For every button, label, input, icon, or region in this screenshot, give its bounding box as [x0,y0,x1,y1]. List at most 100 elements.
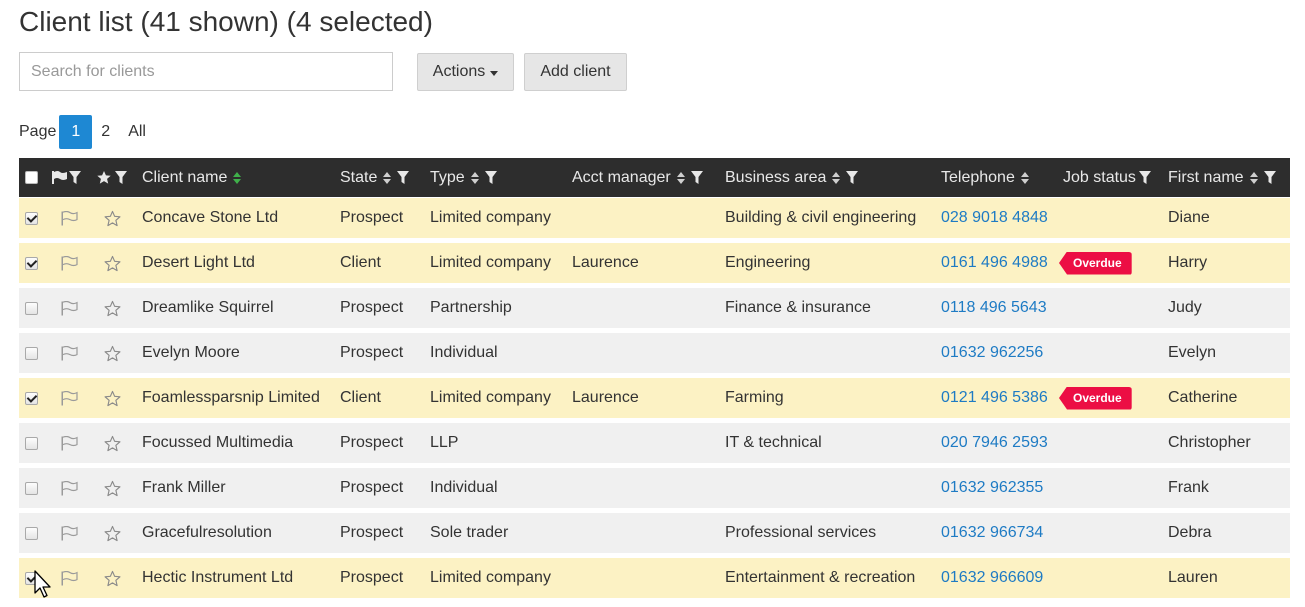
client-name-link[interactable]: Dreamlike Squirrel [142,288,274,328]
table-row[interactable]: Gracefulresolution Prospect Sole trader Pro… [19,513,1290,553]
flag-icon[interactable] [61,198,78,238]
sort-icon[interactable] [676,171,685,184]
row-checkbox[interactable] [25,301,38,315]
column-header-first-name[interactable]: First name [1168,158,1276,197]
state-cell: Client [340,254,381,271]
table-row[interactable]: Dreamlike Squirrel Prospect Partnership Fin… [19,288,1290,328]
star-icon[interactable] [104,468,121,508]
sort-icon[interactable] [233,171,242,184]
caret-down-icon [490,70,499,76]
row-checkbox[interactable] [25,571,38,585]
flag-icon[interactable] [61,468,78,508]
sort-icon[interactable] [470,171,479,184]
actions-button[interactable]: Actions [417,53,514,91]
telephone-link[interactable]: 01632 966609 [941,558,1043,598]
first-name-cell: Harry [1168,254,1208,271]
column-header-business-area[interactable]: Business area [725,158,859,197]
first-name-cell: Diane [1168,209,1210,226]
table-row[interactable]: Evelyn Moore Prospect Individual 01632 9622… [19,333,1290,373]
type-cell: Limited company [430,389,551,406]
add-client-button[interactable]: Add client [524,53,627,91]
table-row[interactable]: Frank Miller Prospect Individual 01632 9623… [19,468,1290,508]
flag-icon[interactable] [61,423,78,463]
page-link-all[interactable]: All [119,115,155,149]
filter-icon[interactable] [690,171,703,184]
search-input[interactable] [19,52,393,91]
column-header-type[interactable]: Type [430,158,497,197]
sort-icon[interactable] [1020,171,1029,184]
sort-icon[interactable] [383,171,392,184]
table-row[interactable]: Desert Light Ltd Client Limited company Lau… [19,243,1290,283]
filter-icon[interactable] [397,171,410,184]
client-name-link[interactable]: Focussed Multimedia [142,423,293,463]
state-cell: Client [340,389,381,406]
column-header-state[interactable]: State [340,158,410,197]
client-name-link[interactable]: Hectic Instrument Ltd [142,558,293,598]
client-name-link[interactable]: Desert Light Ltd [142,243,255,283]
row-checkbox[interactable] [25,256,38,270]
star-icon[interactable] [104,423,121,463]
telephone-link[interactable]: 01632 962355 [941,468,1043,508]
client-name-link[interactable]: Gracefulresolution [142,513,272,553]
telephone-link[interactable]: 028 9018 4848 [941,198,1048,238]
row-checkbox[interactable] [25,391,38,405]
filter-icon[interactable] [1263,171,1276,184]
sort-icon[interactable] [1249,171,1258,184]
telephone-link[interactable]: 01632 966734 [941,513,1043,553]
star-icon[interactable] [104,288,121,328]
flag-icon[interactable] [61,378,78,418]
row-checkbox[interactable] [25,211,38,225]
client-name-link[interactable]: Frank Miller [142,468,226,508]
star-icon[interactable] [104,378,121,418]
column-label: Business area [725,168,827,186]
table-row[interactable]: Foamlessparsnip Limited Client Limited com… [19,378,1290,418]
telephone-link[interactable]: 0121 496 5386 [941,378,1048,418]
flag-icon[interactable] [61,333,78,373]
flag-icon[interactable] [52,171,67,184]
client-name-link[interactable]: Evelyn Moore [142,333,240,373]
filter-icon[interactable] [69,171,81,184]
star-icon[interactable] [96,170,112,185]
state-cell: Prospect [340,524,404,541]
page-link-2[interactable]: 2 [92,115,119,149]
row-checkbox[interactable] [25,526,38,540]
table-row[interactable]: Focussed Multimedia Prospect LLP IT & techn… [19,423,1290,463]
type-cell: Limited company [430,209,551,226]
star-icon[interactable] [104,333,121,373]
page-link-1[interactable]: 1 [59,115,93,149]
column-label: Job status [1063,168,1136,186]
row-checkbox[interactable] [25,436,38,450]
flag-icon[interactable] [61,288,78,328]
column-header-telephone[interactable]: Telephone [941,158,1029,197]
telephone-link[interactable]: 020 7946 2593 [941,423,1048,463]
row-checkbox[interactable] [25,346,38,360]
filter-icon[interactable] [115,171,127,184]
select-all-cell [25,158,38,197]
row-checkbox[interactable] [25,481,38,495]
filter-icon[interactable] [846,171,859,184]
flag-icon[interactable] [61,558,78,598]
table-row[interactable]: Concave Stone Ltd Prospect Limited company… [19,198,1290,238]
star-icon[interactable] [104,198,121,238]
column-header-job-status[interactable]: Job status [1063,158,1151,197]
select-all-checkbox[interactable] [25,171,38,184]
client-name-link[interactable]: Concave Stone Ltd [142,198,278,238]
filter-icon[interactable] [1138,171,1151,184]
table-row[interactable]: Hectic Instrument Ltd Prospect Limited com… [19,558,1290,598]
sort-icon[interactable] [832,171,841,184]
state-cell: Prospect [340,569,404,586]
flag-icon[interactable] [61,513,78,553]
column-header-acct-manager[interactable]: Acct manager [572,158,703,197]
flag-icon[interactable] [61,243,78,283]
star-icon[interactable] [104,558,121,598]
star-icon[interactable] [104,513,121,553]
telephone-link[interactable]: 0161 496 4988 [941,243,1048,283]
star-icon[interactable] [104,243,121,283]
telephone-link[interactable]: 0118 496 5643 [941,288,1047,328]
telephone-link[interactable]: 01632 962256 [941,333,1043,373]
filter-icon[interactable] [484,171,497,184]
column-header-client-name[interactable]: Client name [142,158,242,197]
column-label: Client name [142,168,228,186]
business-area-cell: Entertainment & recreation [725,569,916,586]
client-name-link[interactable]: Foamlessparsnip Limited [142,378,320,418]
